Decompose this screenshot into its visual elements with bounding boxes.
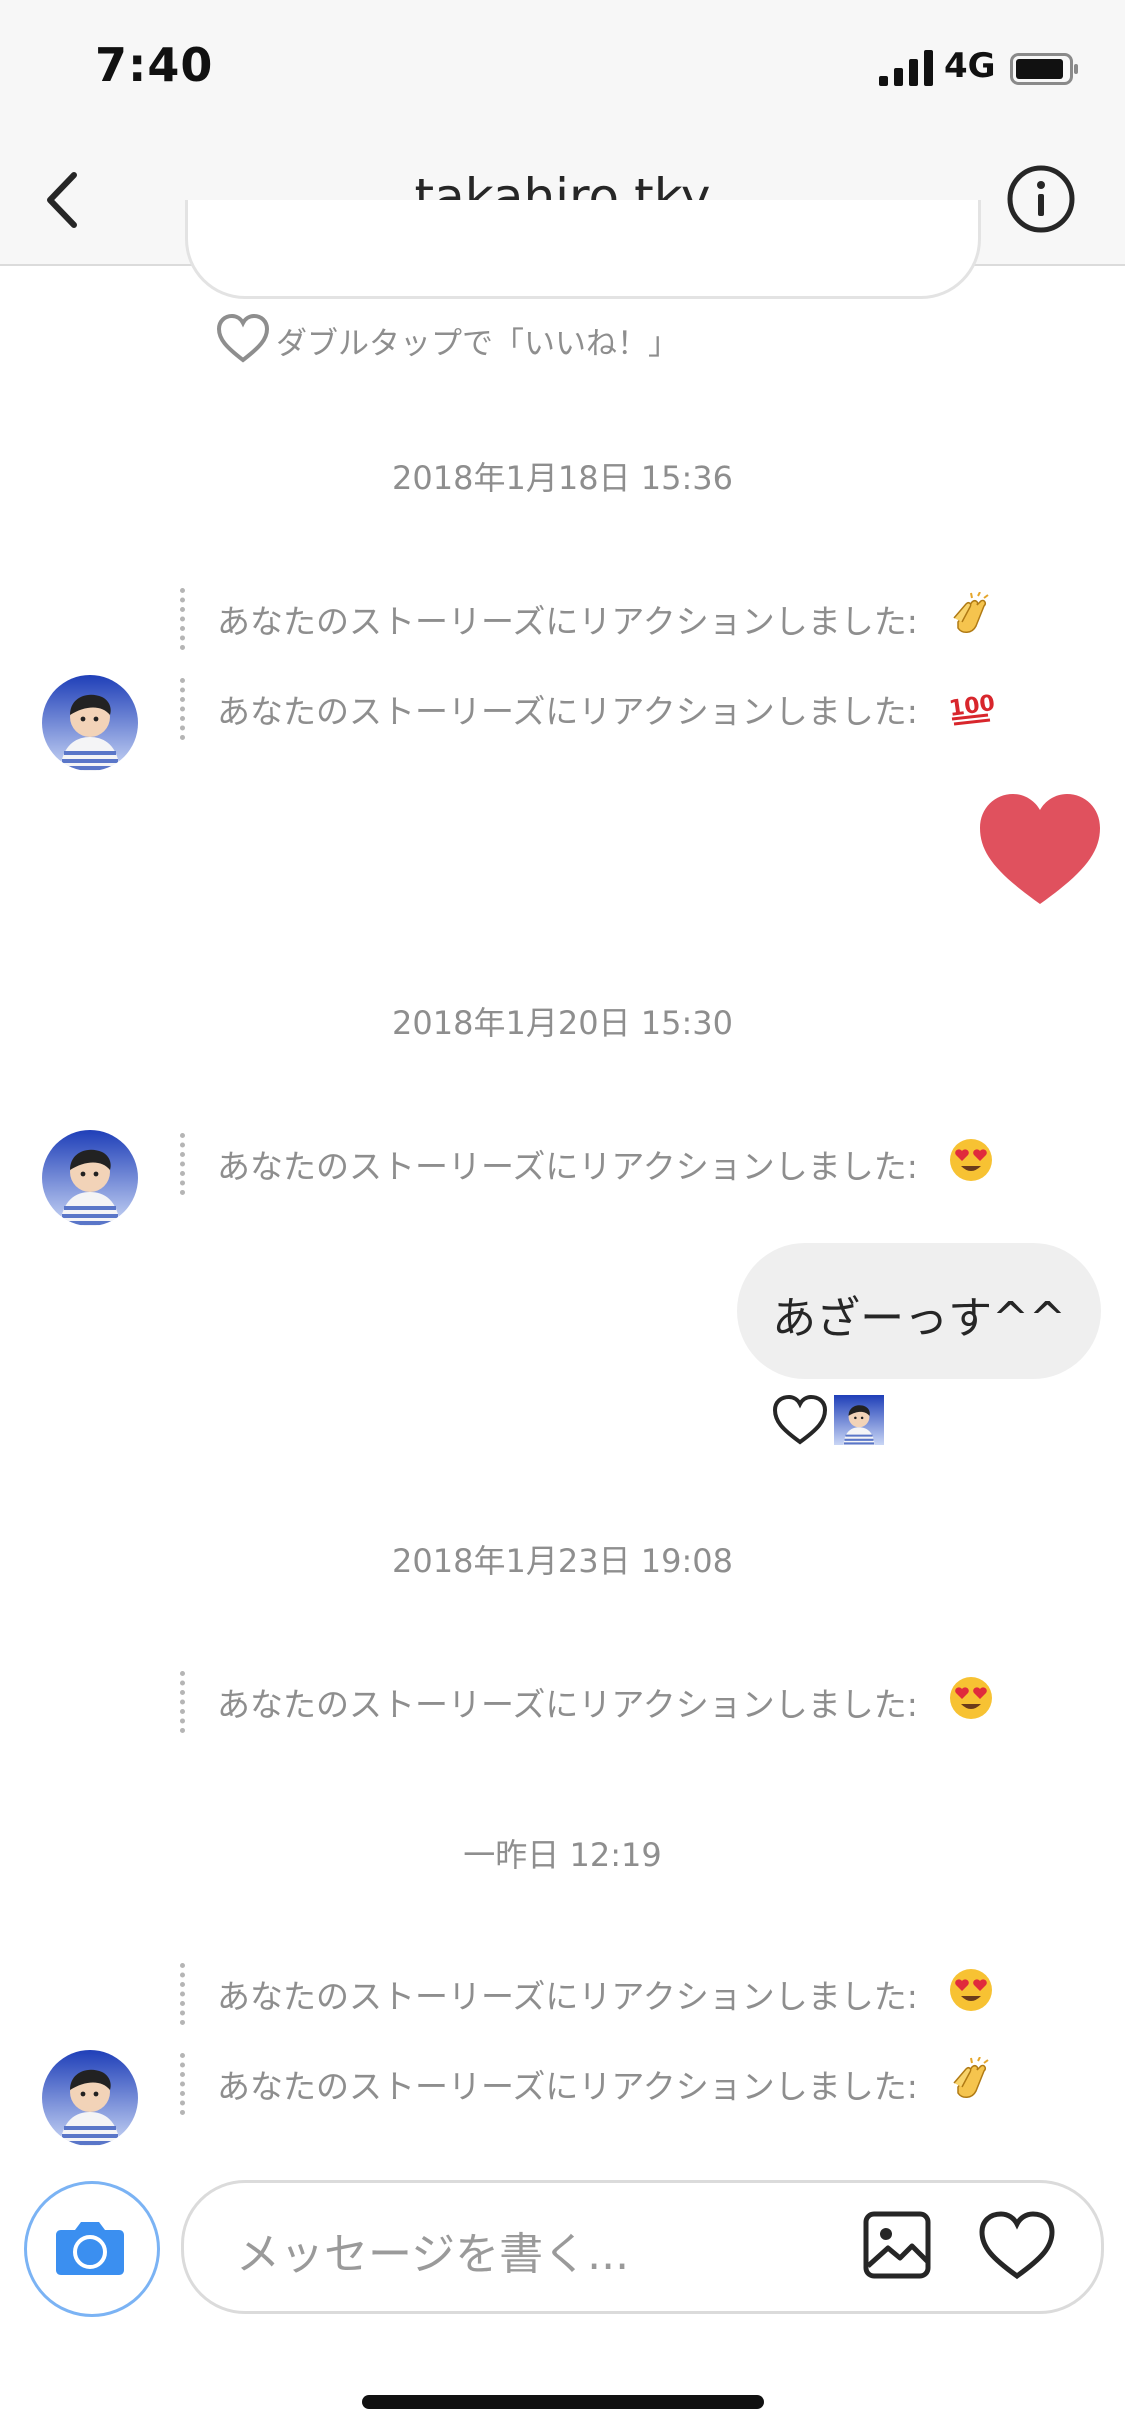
battery-icon	[1010, 53, 1078, 85]
reaction-divider	[180, 1133, 191, 1195]
avatar[interactable]	[42, 1130, 138, 1226]
camera-icon[interactable]	[51, 2208, 129, 2286]
timestamp: 2018年1月20日 15:30	[392, 1004, 733, 1042]
reaction-message-text[interactable]: あなたのストーリーズにリアクションしました:	[217, 1140, 918, 1188]
double-tap-hint: ダブルタップで「いいね！」	[276, 326, 679, 362]
reaction-divider	[180, 2053, 191, 2115]
reaction-divider	[180, 1671, 191, 1733]
heart-outline-icon[interactable]	[216, 314, 270, 364]
heart-reaction-icon[interactable]	[978, 792, 1102, 908]
clapping-hands-icon	[948, 592, 994, 638]
message-input-placeholder[interactable]: メッセージを書く...	[236, 2218, 629, 2282]
reaction-message-text[interactable]: あなたのストーリーズにリアクションしました:	[217, 595, 918, 643]
reaction-message-text[interactable]: あなたのストーリーズにリアクションしました:	[217, 1970, 918, 2018]
reaction-message-text[interactable]: あなたのストーリーズにリアクションしました:	[217, 1678, 918, 1726]
heart-outline-icon	[772, 1394, 828, 1445]
timestamp: 2018年1月18日 15:36	[392, 459, 733, 497]
signal-icon	[879, 50, 933, 86]
reaction-message-text[interactable]: あなたのストーリーズにリアクションしました:	[217, 685, 918, 733]
heart-eyes-icon	[948, 1967, 994, 2013]
network-label: 4G	[944, 46, 996, 86]
hundred-points-icon	[948, 683, 994, 729]
clapping-hands-icon	[948, 2057, 994, 2103]
status-time: 7:40	[95, 38, 214, 92]
reaction-divider	[180, 588, 191, 650]
gallery-icon[interactable]	[862, 2210, 932, 2280]
my-message-text: あざーっす^^	[772, 1293, 1066, 1344]
home-indicator[interactable]	[362, 2395, 764, 2409]
avatar[interactable]	[42, 675, 138, 771]
previous-message-bubble[interactable]	[185, 200, 981, 299]
timestamp: 2018年1月23日 19:08	[392, 1542, 733, 1580]
timestamp: 一昨日 12:19	[463, 1836, 662, 1874]
heart-eyes-icon	[948, 1675, 994, 1721]
avatar[interactable]	[42, 2050, 138, 2146]
reaction-divider	[180, 1963, 191, 2025]
heart-eyes-icon	[948, 1137, 994, 1183]
reaction-message-text[interactable]: あなたのストーリーズにリアクションしました:	[217, 2060, 918, 2108]
heart-like-icon[interactable]	[978, 2210, 1056, 2282]
avatar	[834, 1395, 884, 1445]
info-icon[interactable]	[1005, 163, 1077, 235]
reaction-divider	[180, 678, 191, 740]
